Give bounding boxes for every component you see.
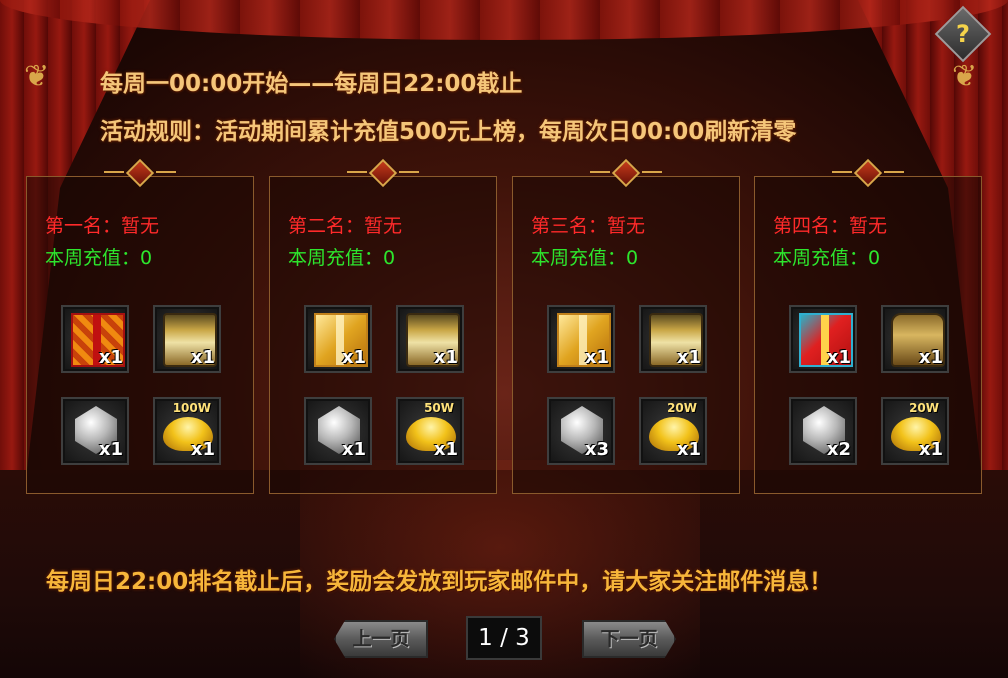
panel-ornament-icon <box>104 158 176 188</box>
item-quantity: x1 <box>190 439 215 460</box>
item-quantity: x3 <box>584 439 609 460</box>
rank-label: 第一名：暂无 <box>45 215 160 237</box>
rank-panel-4: 第四名：暂无 本周充值：0 x1 x1 x2 20W x1 <box>754 158 982 494</box>
reward-slot[interactable]: 50W x1 <box>396 397 464 465</box>
ingot-amount-label: 20W <box>909 401 939 415</box>
rank-panel-1: 第一名：暂无 本周充值：0 x1 x1 x1 100W x1 <box>26 158 254 494</box>
item-quantity: x1 <box>190 347 215 368</box>
next-page-button[interactable]: 下一页 <box>582 620 676 658</box>
event-time-text: 每周一00:00开始——每周日22:00截止 <box>100 71 523 97</box>
item-quantity: x1 <box>433 439 458 460</box>
rank-label: 第二名：暂无 <box>288 215 403 237</box>
item-quantity: x1 <box>918 439 943 460</box>
item-quantity: x1 <box>826 347 851 368</box>
reward-slot[interactable]: x1 <box>304 305 372 373</box>
curtain-top <box>0 0 1008 40</box>
reward-slot[interactable]: x1 <box>61 397 129 465</box>
event-rule-text: 活动规则：活动期间累计充值500元上榜，每周次日00:00刷新清零 <box>100 119 797 145</box>
ingot-amount-label: 20W <box>667 401 697 415</box>
rank-panel-2: 第二名：暂无 本周充值：0 x1 x1 x1 50W x1 <box>269 158 497 494</box>
weekly-charge-label: 本周充值：0 <box>531 247 639 269</box>
reward-slot[interactable]: 100W x1 <box>153 397 221 465</box>
item-quantity: x1 <box>918 347 943 368</box>
reward-slot[interactable]: x1 <box>789 305 857 373</box>
weekly-charge-label: 本周充值：0 <box>45 247 153 269</box>
event-window: ❦ ❦ ? 每周一00:00开始——每周日22:00截止 活动规则：活动期间累计… <box>0 0 1008 678</box>
ingot-amount-label: 50W <box>424 401 454 415</box>
reward-slot[interactable]: 20W x1 <box>881 397 949 465</box>
reward-slot[interactable]: x1 <box>153 305 221 373</box>
reward-slot[interactable]: x3 <box>547 397 615 465</box>
page-indicator: 1 / 3 <box>466 616 542 660</box>
reward-slot[interactable]: x1 <box>304 397 372 465</box>
item-quantity: x1 <box>98 439 123 460</box>
panel-ornament-icon <box>347 158 419 188</box>
reward-slot[interactable]: x1 <box>61 305 129 373</box>
dragon-ornament-left-icon: ❦ <box>24 59 50 94</box>
panel-ornament-icon <box>590 158 662 188</box>
item-quantity: x1 <box>433 347 458 368</box>
item-quantity: x2 <box>826 439 851 460</box>
rank-label: 第三名：暂无 <box>531 215 646 237</box>
reward-slot[interactable]: x1 <box>547 305 615 373</box>
weekly-charge-label: 本周充值：0 <box>288 247 396 269</box>
rank-label: 第四名：暂无 <box>773 215 888 237</box>
prev-page-button[interactable]: 上一页 <box>334 620 428 658</box>
ingot-amount-label: 100W <box>172 401 211 415</box>
reward-slot[interactable]: x1 <box>396 305 464 373</box>
rank-panel-3: 第三名：暂无 本周充值：0 x1 x1 x3 20W x1 <box>512 158 740 494</box>
item-quantity: x1 <box>584 347 609 368</box>
reward-slot[interactable]: x1 <box>639 305 707 373</box>
question-mark-icon[interactable]: ? <box>943 14 983 54</box>
weekly-charge-label: 本周充值：0 <box>773 247 881 269</box>
reward-slot[interactable]: 20W x1 <box>639 397 707 465</box>
item-quantity: x1 <box>98 347 123 368</box>
item-quantity: x1 <box>341 347 366 368</box>
item-quantity: x1 <box>341 439 366 460</box>
item-quantity: x1 <box>676 439 701 460</box>
item-quantity: x1 <box>676 347 701 368</box>
panel-ornament-icon <box>832 158 904 188</box>
dragon-ornament-right-icon: ❦ <box>952 59 978 94</box>
reward-slot[interactable]: x2 <box>789 397 857 465</box>
reward-slot[interactable]: x1 <box>881 305 949 373</box>
mail-reward-notice: 每周日22:00排名截止后，奖励会发放到玩家邮件中，请大家关注邮件消息！ <box>46 569 833 595</box>
